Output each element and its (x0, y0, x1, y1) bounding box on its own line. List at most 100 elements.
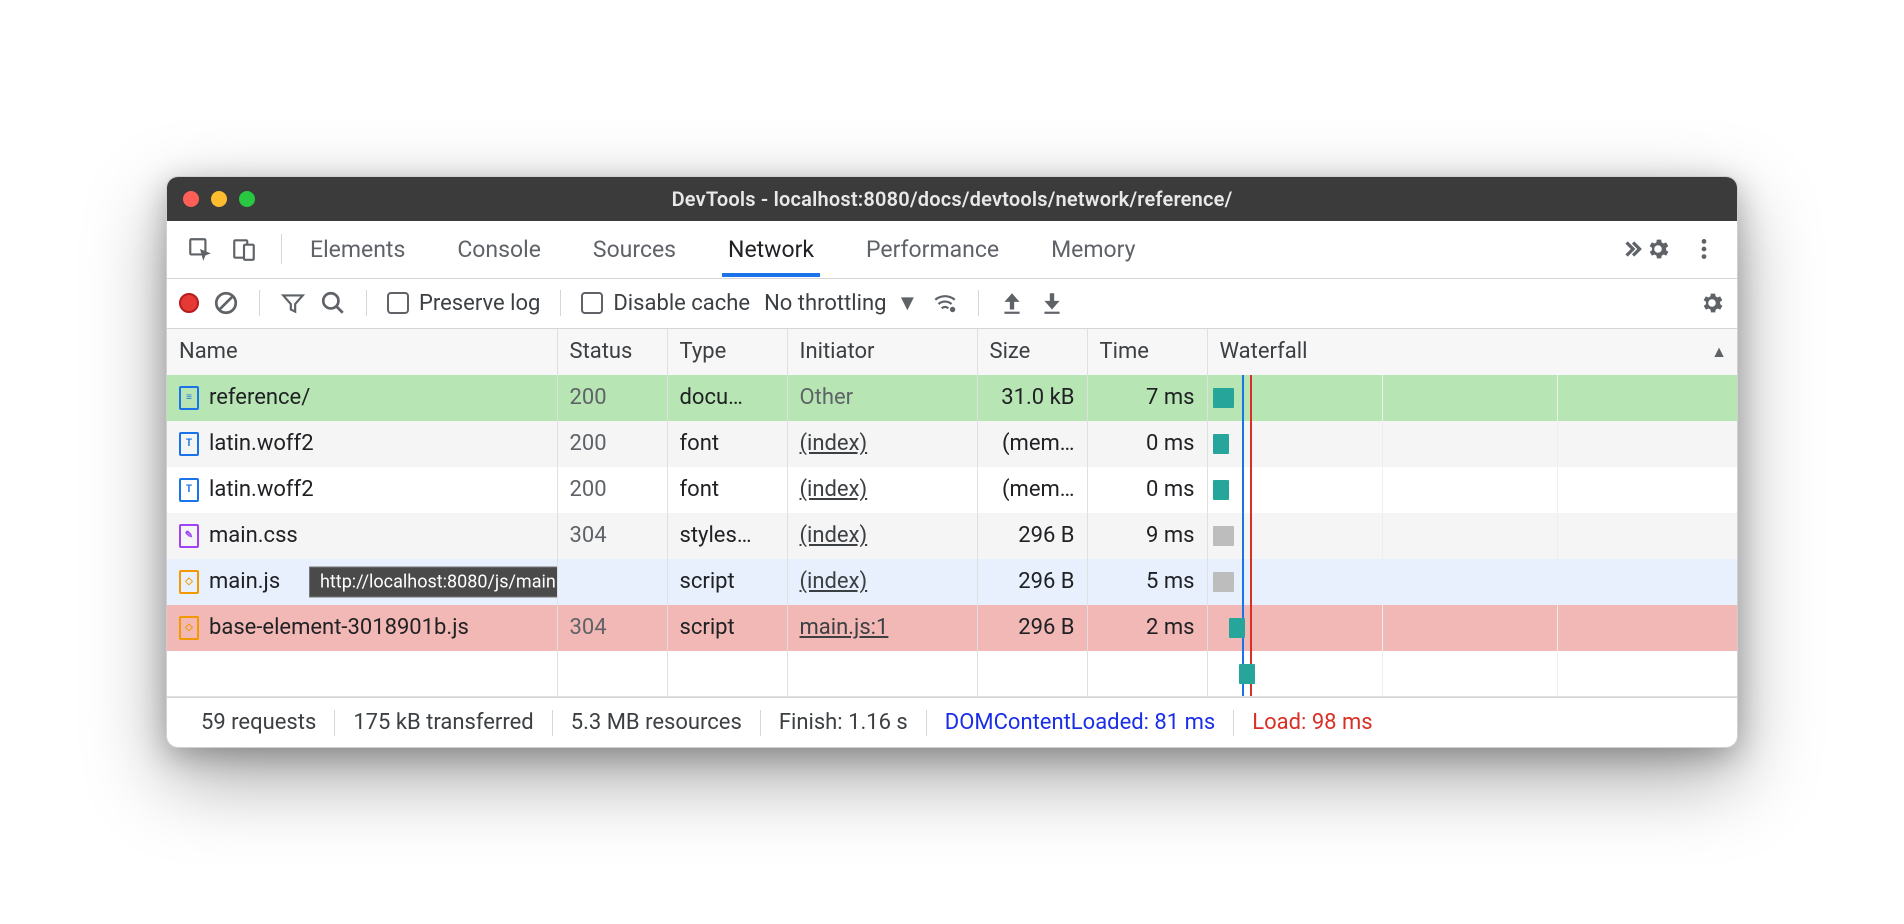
css-file-icon: ✎ (179, 524, 199, 548)
cell-status: 200 (557, 467, 667, 513)
network-conditions-icon[interactable] (932, 290, 958, 316)
col-header-time[interactable]: Time (1087, 329, 1207, 375)
throttling-dropdown[interactable]: No throttling ▼ (764, 290, 918, 316)
cell-size: 296 B (977, 513, 1087, 559)
tab-memory[interactable]: Memory (1045, 222, 1141, 277)
cell-size: (mem… (977, 421, 1087, 467)
tab-performance[interactable]: Performance (860, 222, 1005, 277)
cell-type: script (667, 559, 787, 605)
divider (281, 234, 282, 264)
cell-status: 200 (557, 375, 667, 421)
initiator-link[interactable]: (index) (800, 431, 868, 456)
panel-tabs: Elements Console Sources Network Performance… (167, 221, 1737, 279)
cell-waterfall (1207, 375, 1737, 421)
divider (366, 290, 367, 316)
window-controls (183, 191, 255, 207)
request-name: main.js (209, 569, 280, 594)
table-row[interactable]: ≡reference/200docu…Other31.0 kB7 ms (167, 375, 1737, 421)
download-har-icon[interactable] (1039, 290, 1065, 316)
preserve-log-label: Preserve log (419, 291, 540, 316)
inspect-element-icon[interactable] (187, 236, 213, 262)
cell-initiator: (index) (787, 513, 977, 559)
more-tabs-icon[interactable] (1619, 236, 1645, 262)
cell-size: 296 B (977, 559, 1087, 605)
devtools-window: DevTools - localhost:8080/docs/devtools/… (166, 176, 1738, 749)
clear-icon[interactable] (213, 290, 239, 316)
table-row[interactable]: Tlatin.woff2200font(index)(mem…0 ms (167, 421, 1737, 467)
disable-cache-label: Disable cache (613, 291, 750, 316)
status-transferred: 175 kB transferred (335, 710, 551, 735)
table-header-row: Name Status Type Initiator Size Time Wat… (167, 329, 1737, 375)
cell-type: font (667, 467, 787, 513)
cell-waterfall (1207, 513, 1737, 559)
throttling-label: No throttling (764, 291, 886, 316)
zoom-window-button[interactable] (239, 191, 255, 207)
table-row[interactable]: Tlatin.woff2 200font (index) (mem…0 ms (167, 467, 1737, 513)
tab-network[interactable]: Network (722, 222, 820, 277)
cell-size: 31.0 kB (977, 375, 1087, 421)
table-row[interactable]: ◇base-element-3018901b.js304scriptmain.j… (167, 605, 1737, 651)
cell-size: 296 B (977, 605, 1087, 651)
disable-cache-checkbox[interactable]: Disable cache (581, 291, 750, 316)
font-file-icon: T (179, 432, 199, 456)
initiator-link[interactable]: main.js:1 (800, 615, 889, 640)
table-row[interactable]: ✎main.css304styles…(index)296 B9 ms (167, 513, 1737, 559)
cell-initiator: (index) (787, 467, 977, 513)
tab-console[interactable]: Console (451, 222, 547, 277)
preserve-log-checkbox[interactable]: Preserve log (387, 291, 540, 316)
cell-time: 0 ms (1087, 467, 1207, 513)
upload-har-icon[interactable] (999, 290, 1025, 316)
cell-waterfall (1207, 559, 1737, 605)
initiator-link[interactable]: (index) (800, 569, 868, 594)
kebab-menu-icon[interactable] (1691, 236, 1717, 262)
record-button[interactable] (179, 293, 199, 313)
divider (560, 290, 561, 316)
divider (259, 290, 260, 316)
cell-time: 9 ms (1087, 513, 1207, 559)
col-header-initiator[interactable]: Initiator (787, 329, 977, 375)
col-header-name[interactable]: Name (167, 329, 557, 375)
cell-type: styles… (667, 513, 787, 559)
tab-elements[interactable]: Elements (304, 222, 411, 277)
font-file-icon: T (179, 478, 199, 502)
cell-initiator: (index) (787, 421, 977, 467)
cell-type: font (667, 421, 787, 467)
device-toolbar-icon[interactable] (231, 236, 257, 262)
minimize-window-button[interactable] (211, 191, 227, 207)
panel-settings-icon[interactable] (1699, 290, 1725, 316)
cell-initiator: (index) (787, 559, 977, 605)
cell-waterfall (1207, 605, 1737, 651)
network-toolbar: Preserve log Disable cache No throttling… (167, 279, 1737, 329)
cell-size: (mem… (977, 467, 1087, 513)
search-icon[interactable] (320, 290, 346, 316)
col-header-status[interactable]: Status (557, 329, 667, 375)
cell-initiator: main.js:1 (787, 605, 977, 651)
filter-icon[interactable] (280, 290, 306, 316)
initiator-text: Other (800, 385, 854, 410)
request-name: latin.woff2 (209, 431, 314, 456)
divider (978, 290, 979, 316)
request-name: latin.woff2 (209, 477, 314, 502)
table-row-empty (167, 651, 1737, 697)
cell-initiator: Other (787, 375, 977, 421)
initiator-link[interactable]: (index) (800, 477, 868, 502)
url-tooltip: http://localhost:8080/js/main.js (309, 566, 557, 597)
close-window-button[interactable] (183, 191, 199, 207)
table-row[interactable]: ◇ main.js http://localhost:8080/js/main.js… (167, 559, 1737, 605)
col-header-type[interactable]: Type (667, 329, 787, 375)
cell-status (557, 559, 667, 605)
status-domcontentloaded: DOMContentLoaded: 81 ms (927, 710, 1233, 735)
initiator-link[interactable]: (index) (800, 523, 868, 548)
tab-sources[interactable]: Sources (587, 222, 682, 277)
status-bar: 59 requests 175 kB transferred 5.3 MB re… (167, 697, 1737, 747)
js-file-icon: ◇ (179, 570, 199, 594)
js-file-icon: ◇ (179, 616, 199, 640)
titlebar: DevTools - localhost:8080/docs/devtools/… (167, 177, 1737, 221)
col-header-size[interactable]: Size (977, 329, 1087, 375)
col-header-waterfall[interactable]: Waterfall▲ (1207, 329, 1737, 375)
settings-icon[interactable] (1645, 236, 1671, 262)
status-load: Load: 98 ms (1234, 710, 1390, 735)
sort-asc-icon: ▲ (1711, 342, 1727, 362)
cell-status: 200 (557, 421, 667, 467)
cell-status: 304 (557, 513, 667, 559)
